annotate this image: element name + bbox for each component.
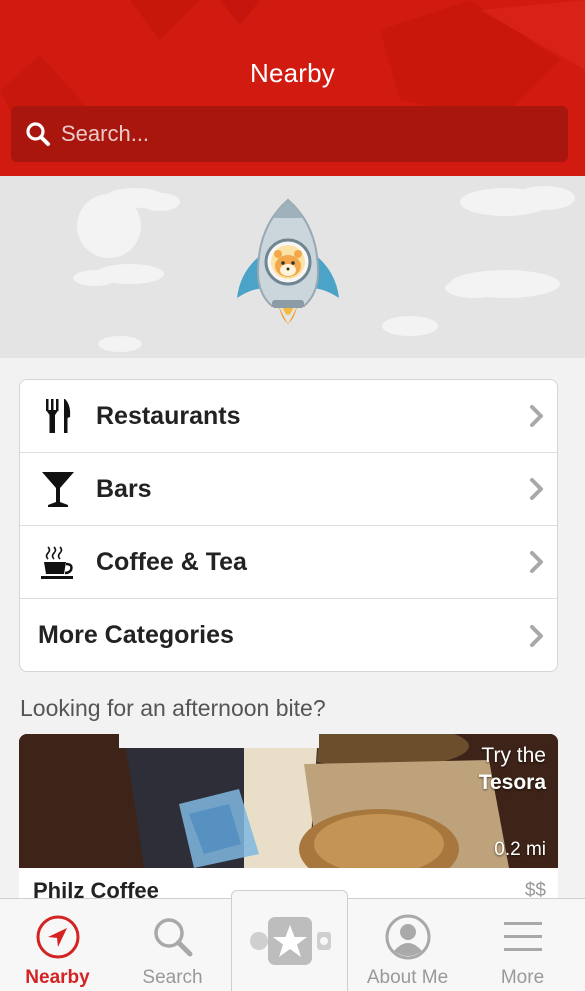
coffee-cup-icon bbox=[20, 526, 96, 599]
page-title: Nearby bbox=[249, 58, 335, 88]
promo-tagline: Try the Tesora bbox=[479, 742, 546, 796]
search-icon bbox=[25, 120, 53, 148]
tab-search[interactable]: Search bbox=[115, 899, 230, 991]
chevron-right-icon bbox=[517, 477, 557, 501]
category-label: More Categories bbox=[38, 621, 234, 649]
check-in-star-icon bbox=[249, 917, 331, 965]
rocket-banner bbox=[0, 176, 585, 358]
tab-about-me[interactable]: About Me bbox=[350, 899, 465, 991]
search-icon bbox=[151, 907, 195, 967]
promo-distance: 0.2 mi bbox=[494, 839, 546, 860]
compass-icon bbox=[34, 907, 82, 967]
chevron-right-icon bbox=[517, 624, 557, 648]
category-row-bars[interactable]: Bars bbox=[20, 453, 557, 526]
search-placeholder: Search... bbox=[61, 121, 150, 146]
chevron-right-icon bbox=[517, 550, 557, 574]
tab-nearby[interactable]: Nearby bbox=[0, 899, 115, 991]
category-row-more[interactable]: More Categories bbox=[20, 599, 557, 671]
category-row-coffee-tea[interactable]: Coffee & Tea bbox=[20, 526, 557, 599]
tab-more[interactable]: More bbox=[465, 899, 580, 991]
search-bar[interactable]: Search... bbox=[11, 106, 568, 162]
section-title: Looking for an afternoon bite? bbox=[20, 695, 326, 721]
tab-label: More bbox=[500, 967, 545, 988]
promo-card[interactable]: Try the Tesora 0.2 mi Philz Coffee $$ bbox=[19, 734, 558, 904]
category-label: Restaurants bbox=[96, 401, 241, 430]
promo-try-prefix: Try the bbox=[481, 744, 546, 767]
tab-label: Search bbox=[142, 967, 203, 988]
promo-item-name: Tesora bbox=[478, 771, 546, 794]
categories-list: Restaurants Bars Coffee & Tea More Categ… bbox=[19, 379, 558, 672]
category-row-restaurants[interactable]: Restaurants bbox=[20, 380, 557, 453]
hamburger-menu-icon bbox=[502, 907, 544, 967]
category-label: Bars bbox=[96, 474, 152, 503]
tab-label: About Me bbox=[366, 967, 449, 988]
category-label: Coffee & Tea bbox=[96, 547, 247, 576]
promo-photo: Try the Tesora 0.2 mi bbox=[19, 734, 558, 868]
rocket-illustration bbox=[73, 186, 575, 352]
tab-label: Nearby bbox=[25, 967, 90, 988]
fork-knife-icon bbox=[20, 380, 96, 453]
app-header: Nearby Search... bbox=[0, 0, 585, 176]
chevron-right-icon bbox=[517, 404, 557, 428]
profile-icon bbox=[384, 907, 432, 967]
tab-check-in[interactable] bbox=[231, 890, 348, 991]
cocktail-icon bbox=[20, 453, 96, 526]
